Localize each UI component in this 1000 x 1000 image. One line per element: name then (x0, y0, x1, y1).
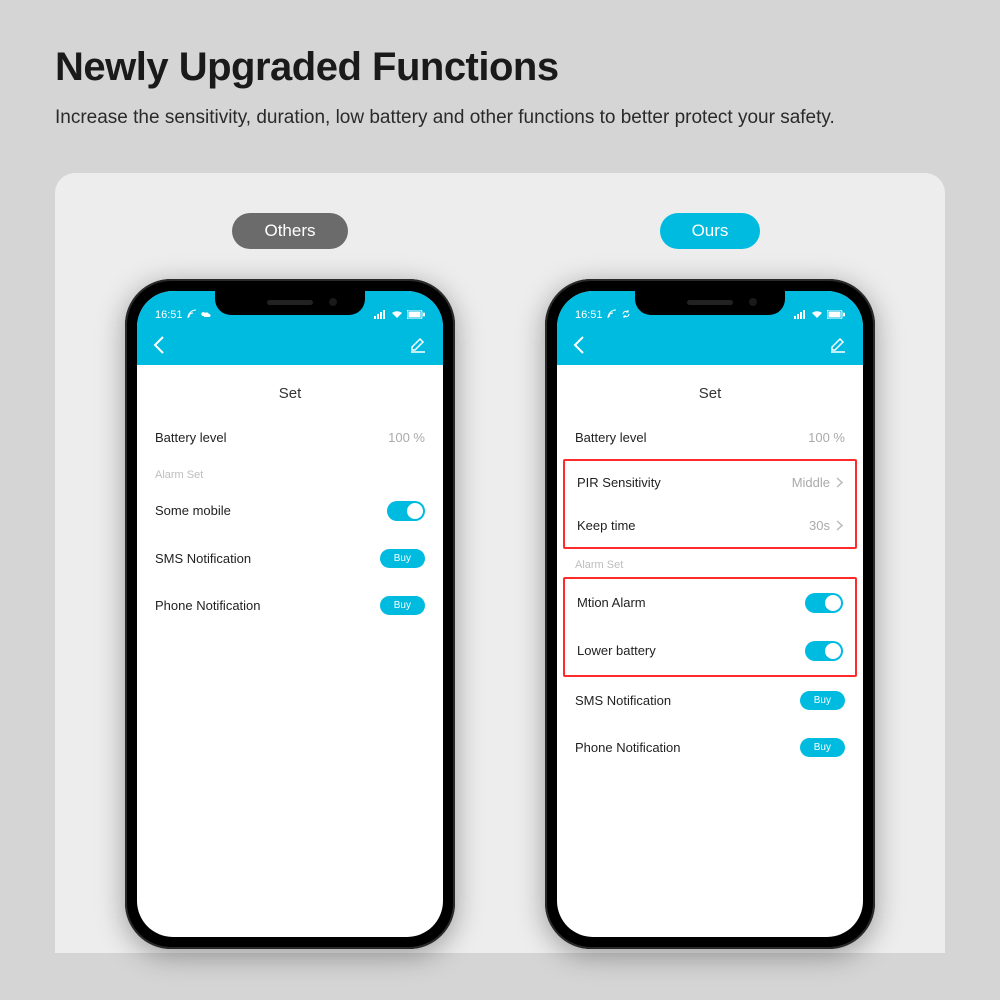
chevron-right-icon (836, 520, 843, 531)
page-title: Newly Upgraded Functions (55, 45, 945, 90)
buy-button-sms[interactable]: Buy (380, 549, 425, 568)
cloud-icon (201, 309, 211, 321)
battery-label: Battery level (575, 430, 647, 445)
edit-icon[interactable] (409, 336, 427, 354)
buy-button-phone[interactable]: Buy (800, 738, 845, 757)
nfc-icon (187, 309, 197, 322)
row-phone-notification[interactable]: Phone Notification Buy (557, 724, 863, 771)
wifi-icon (811, 310, 823, 322)
phone-ours: 16:51 (545, 279, 875, 949)
back-icon[interactable] (153, 336, 165, 354)
lower-battery-label: Lower battery (577, 643, 656, 658)
chevron-right-icon (836, 477, 843, 488)
signal-icon (794, 310, 807, 322)
badge-others: Others (232, 213, 347, 249)
pir-value: Middle (792, 475, 830, 490)
badge-ours: Ours (660, 213, 761, 249)
battery-label: Battery level (155, 430, 227, 445)
buy-button-sms[interactable]: Buy (800, 691, 845, 710)
keep-time-value: 30s (809, 518, 830, 533)
sms-label: SMS Notification (575, 693, 671, 708)
status-time: 16:51 (575, 309, 603, 321)
row-phone-notification[interactable]: Phone Notification Buy (137, 582, 443, 629)
battery-value: 100 % (808, 430, 845, 445)
battery-icon (827, 310, 845, 322)
row-battery: Battery level 100 % (557, 416, 863, 459)
row-sms[interactable]: SMS Notification Buy (557, 677, 863, 724)
phone-others: 16:51 (125, 279, 455, 949)
column-others: Others 16:51 (125, 213, 455, 949)
row-pir-sensitivity[interactable]: PIR Sensitivity Middle (565, 461, 855, 504)
buy-button-phone[interactable]: Buy (380, 596, 425, 615)
row-some-mobile[interactable]: Some mobile (137, 487, 443, 535)
app-header (137, 325, 443, 365)
highlight-alarm-group: Mtion Alarm Lower battery (563, 577, 857, 677)
phone-notif-label: Phone Notification (575, 740, 681, 755)
section-title: Set (557, 365, 863, 416)
phone-notch (215, 291, 365, 315)
battery-icon (407, 310, 425, 322)
edit-icon[interactable] (829, 336, 847, 354)
row-motion-alarm[interactable]: Mtion Alarm (565, 579, 855, 627)
column-ours: Ours 16:51 (545, 213, 875, 949)
toggle-lower-battery[interactable] (805, 641, 843, 661)
nfc-icon (607, 309, 617, 322)
page-subtitle: Increase the sensitivity, duration, low … (55, 104, 835, 133)
sms-label: SMS Notification (155, 551, 251, 566)
motion-alarm-label: Mtion Alarm (577, 595, 646, 610)
signal-icon (374, 310, 387, 322)
group-alarm-set: Alarm Set (557, 549, 863, 577)
battery-value: 100 % (388, 430, 425, 445)
content-card: Others 16:51 (55, 173, 945, 953)
pir-label: PIR Sensitivity (577, 475, 661, 490)
toggle-some-mobile[interactable] (387, 501, 425, 521)
row-sms[interactable]: SMS Notification Buy (137, 535, 443, 582)
some-mobile-label: Some mobile (155, 503, 231, 518)
sync-icon (621, 309, 631, 322)
toggle-motion-alarm[interactable] (805, 593, 843, 613)
wifi-icon (391, 310, 403, 322)
highlight-sensitivity-group: PIR Sensitivity Middle Keep time (563, 459, 857, 549)
group-alarm-set: Alarm Set (137, 459, 443, 487)
back-icon[interactable] (573, 336, 585, 354)
status-time: 16:51 (155, 309, 183, 321)
row-battery: Battery level 100 % (137, 416, 443, 459)
app-header (557, 325, 863, 365)
row-keep-time[interactable]: Keep time 30s (565, 504, 855, 547)
phone-notif-label: Phone Notification (155, 598, 261, 613)
phone-notch (635, 291, 785, 315)
keep-time-label: Keep time (577, 518, 636, 533)
section-title: Set (137, 365, 443, 416)
row-lower-battery[interactable]: Lower battery (565, 627, 855, 675)
